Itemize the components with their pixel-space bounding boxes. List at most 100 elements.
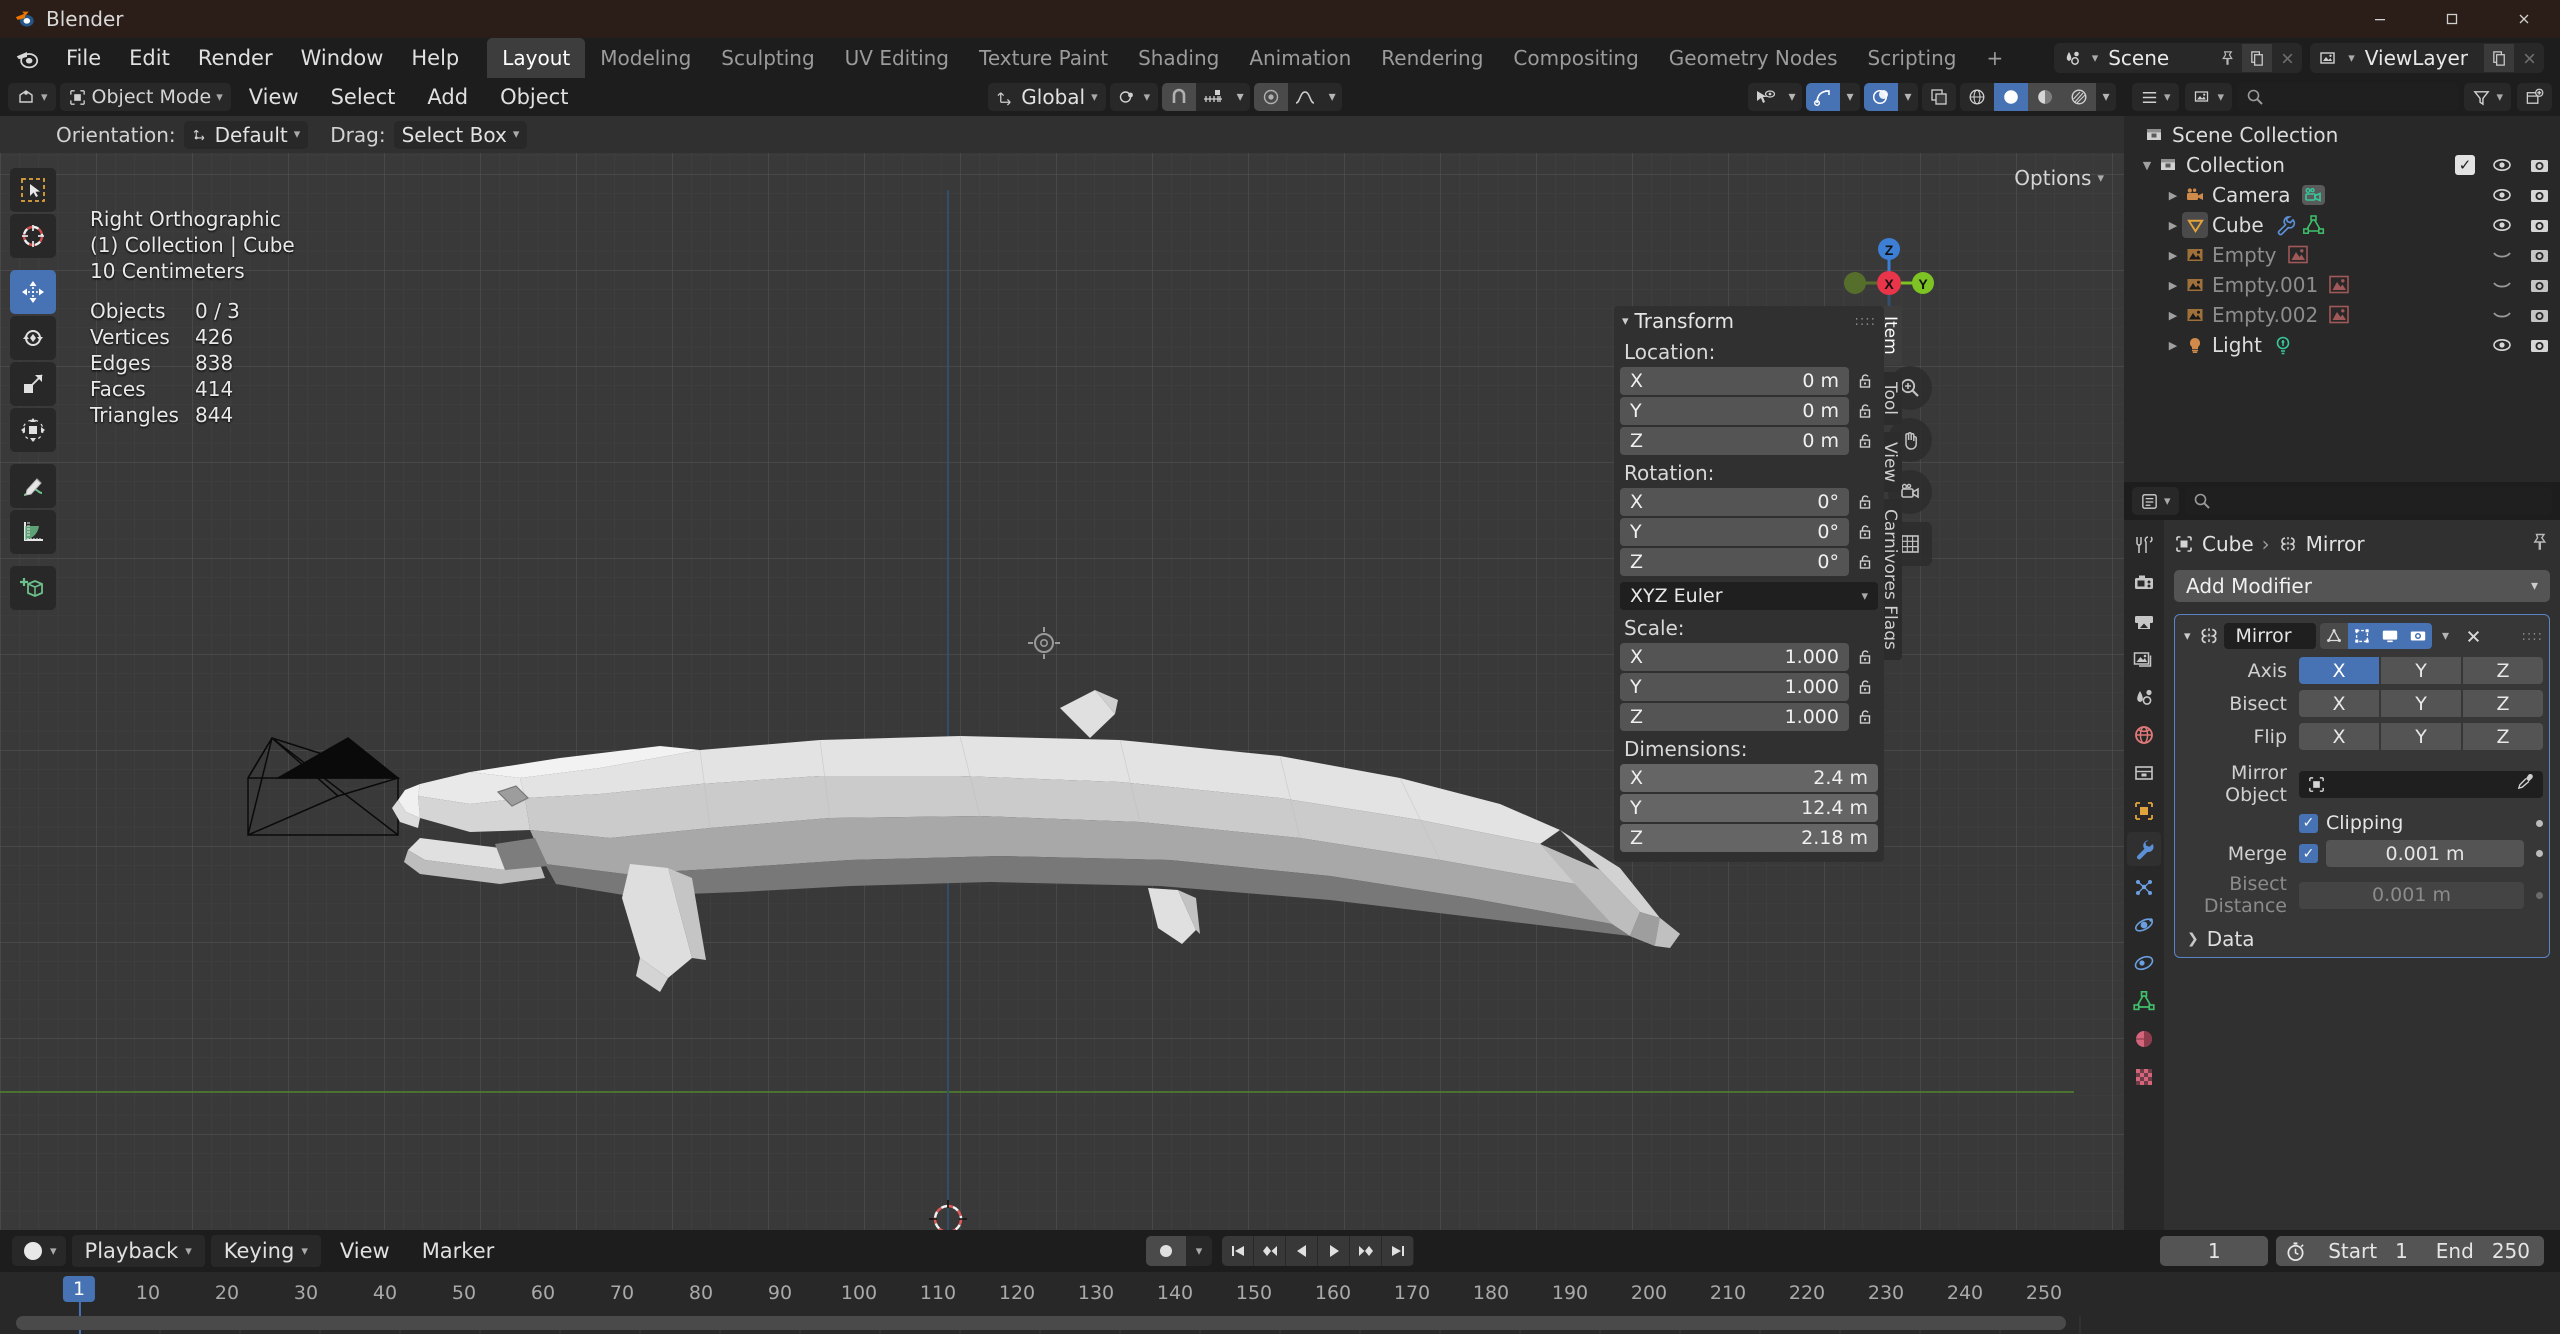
menu-render[interactable]: Render <box>184 42 287 74</box>
bisect-distance-animate-dot[interactable] <box>2536 891 2543 899</box>
menu-edit[interactable]: Edit <box>115 42 184 74</box>
delete-scene-button[interactable] <box>2272 44 2302 72</box>
camera-object-data-icon[interactable] <box>2301 184 2326 206</box>
location-z-field[interactable]: Z 0 m <box>1620 427 1849 455</box>
gizmo-icon[interactable] <box>1806 83 1840 111</box>
camera-render-icon[interactable] <box>2529 216 2550 235</box>
properties-tab-view-layer[interactable] <box>2127 642 2161 676</box>
record-circle-icon[interactable] <box>1146 1236 1186 1266</box>
outliner-row-light[interactable]: ▶ Light <box>2124 330 2560 360</box>
workspace-tab-modeling[interactable]: Modeling <box>585 38 706 78</box>
lock-scale-y-icon[interactable] <box>1854 678 1878 696</box>
rotation-mode-selector[interactable]: XYZ Euler ▾ <box>1620 582 1878 610</box>
blender-menu-icon[interactable] <box>14 45 40 71</box>
location-x-row[interactable]: X 0 m <box>1614 367 1884 397</box>
breadcrumb-object-name[interactable]: Cube <box>2202 532 2254 556</box>
close-button[interactable] <box>2488 0 2560 38</box>
workspace-tab-uv-editing[interactable]: UV Editing <box>830 38 964 78</box>
snap-increment-icon[interactable] <box>1196 83 1230 111</box>
timeline-editor-type-selector[interactable]: ▾ <box>12 1236 66 1266</box>
timeline-ruler[interactable]: ❯ 10 20 30 40 50 60 70 80 90 100 110 120… <box>0 1272 2560 1334</box>
lock-rotation-z-icon[interactable] <box>1854 553 1878 571</box>
3d-viewport[interactable]: ▾ Object Mode ▾ View Select Add Object G… <box>0 78 2124 1230</box>
timeline-menu-view[interactable]: View <box>327 1235 403 1267</box>
outliner-row-empty-001[interactable]: ▶ Empty.001 <box>2124 270 2560 300</box>
bisect-x-button[interactable]: X <box>2299 690 2379 717</box>
viewport-options-button[interactable]: Options ▾ <box>2014 166 2104 190</box>
chevron-down-icon[interactable]: ▾ <box>1186 1236 1212 1266</box>
view-layer-selector[interactable]: ▾ ViewLayer <box>2310 43 2544 73</box>
properties-tab-collection[interactable] <box>2127 756 2161 790</box>
timeline-menu-marker[interactable]: Marker <box>409 1235 508 1267</box>
location-z-row[interactable]: Z 0 m <box>1614 427 1884 457</box>
eye-hidden-icon[interactable] <box>2491 306 2513 324</box>
properties-tab-material[interactable] <box>2127 1022 2161 1056</box>
flip-x-button[interactable]: X <box>2299 723 2379 750</box>
modifier-extras-menu[interactable]: ▾ <box>2436 622 2456 650</box>
timeline-horizontal-scrollbar[interactable] <box>16 1316 2066 1330</box>
camera-render-icon[interactable] <box>2529 306 2550 325</box>
new-view-layer-button[interactable] <box>2484 44 2514 72</box>
chevron-down-icon[interactable]: ▾ <box>1230 83 1250 111</box>
timeline-playhead[interactable]: 1 <box>62 1276 96 1334</box>
tool-orientation-selector[interactable]: Default ▾ <box>183 120 309 149</box>
pin-icon[interactable] <box>2212 44 2242 72</box>
drag-grip-icon[interactable]: :::: <box>1854 314 1876 329</box>
merge-checkbox[interactable]: ✓ <box>2299 844 2318 863</box>
workspace-tab-compositing[interactable]: Compositing <box>1498 38 1653 78</box>
empty-image-data-icon[interactable] <box>2328 274 2351 296</box>
properties-tab-modifiers[interactable] <box>2127 832 2161 866</box>
properties-tab-constraints[interactable] <box>2127 946 2161 980</box>
editor-type-selector[interactable]: ▾ <box>8 83 56 111</box>
shading-wireframe-button[interactable] <box>1960 83 1994 111</box>
viewport-shading-group[interactable]: ▾ <box>1960 83 2116 111</box>
lock-location-x-icon[interactable] <box>1854 372 1878 390</box>
scale-y-field[interactable]: Y 1.000 <box>1620 673 1849 701</box>
camera-render-icon[interactable] <box>2529 156 2550 175</box>
properties-editor[interactable]: ▾ Cube › Mirror Add Modifier ▾ ▾ Mirror … <box>2124 482 2560 1230</box>
workspace-tab-layout[interactable]: Layout <box>487 38 586 78</box>
properties-tab-physics[interactable] <box>2127 908 2161 942</box>
properties-tab-object-data[interactable] <box>2127 984 2161 1018</box>
drag-grip-icon[interactable]: :::: <box>2521 629 2543 644</box>
transform-orientation-selector[interactable]: Global ▾ <box>988 83 1106 111</box>
drag-action-selector[interactable]: Select Box ▾ <box>393 120 528 149</box>
merge-animate-dot[interactable] <box>2536 850 2543 857</box>
expand-triangle-icon[interactable]: ▶ <box>2164 189 2182 202</box>
pivot-point-selector[interactable]: ▾ <box>1109 83 1159 111</box>
properties-tab-particles[interactable] <box>2127 870 2161 904</box>
jump-to-start-button[interactable] <box>1222 1236 1253 1266</box>
workspace-tab-shading[interactable]: Shading <box>1123 38 1234 78</box>
proportional-editing-group[interactable]: ▾ <box>1254 83 1343 111</box>
menu-help[interactable]: Help <box>397 42 473 74</box>
properties-tab-world[interactable] <box>2127 718 2161 752</box>
cursor-3d-tool[interactable] <box>10 214 56 258</box>
workspace-tab-animation[interactable]: Animation <box>1234 38 1366 78</box>
scene-selector[interactable]: ▾ Scene <box>2053 43 2303 73</box>
properties-search-input[interactable] <box>2184 487 2552 515</box>
modifier-name-field[interactable]: Mirror <box>2223 623 2316 649</box>
modifier-realtime-toggle[interactable] <box>2375 623 2404 649</box>
magnet-icon[interactable] <box>1162 83 1197 111</box>
location-x-field[interactable]: X 0 m <box>1620 367 1849 395</box>
expand-triangle-icon[interactable]: ▶ <box>2164 339 2182 352</box>
jump-to-end-button[interactable] <box>1382 1236 1413 1266</box>
outliner-row-empty-002[interactable]: ▶ Empty.002 <box>2124 300 2560 330</box>
outliner-row-collection[interactable]: ▼ Collection ✓ <box>2124 150 2560 180</box>
modifier-edit-mode-toggle[interactable] <box>2347 623 2376 649</box>
modifier-on-cage-toggle[interactable] <box>2319 623 2348 649</box>
wrench-modifier-icon[interactable] <box>2274 214 2296 236</box>
annotate-tool[interactable] <box>10 464 56 508</box>
shading-solid-button[interactable] <box>1994 83 2028 111</box>
outliner-new-collection-button[interactable] <box>2517 83 2552 111</box>
chevron-down-icon[interactable]: ▾ <box>1898 83 1918 111</box>
outliner-editor-type-selector[interactable]: ▾ <box>2132 83 2179 111</box>
mirror-object-field[interactable] <box>2299 770 2543 798</box>
next-keyframe-button[interactable] <box>1350 1236 1381 1266</box>
select-box-tool[interactable] <box>10 168 56 212</box>
properties-tab-tool[interactable] <box>2127 528 2161 562</box>
location-y-row[interactable]: Y 0 m <box>1614 397 1884 427</box>
lock-scale-z-icon[interactable] <box>1854 708 1878 726</box>
properties-tab-texture[interactable] <box>2127 1060 2161 1094</box>
outliner-editor[interactable]: ▾ ▾ ▾ Scene Collection ▼ Collection ✓ ▶ … <box>2124 78 2560 482</box>
